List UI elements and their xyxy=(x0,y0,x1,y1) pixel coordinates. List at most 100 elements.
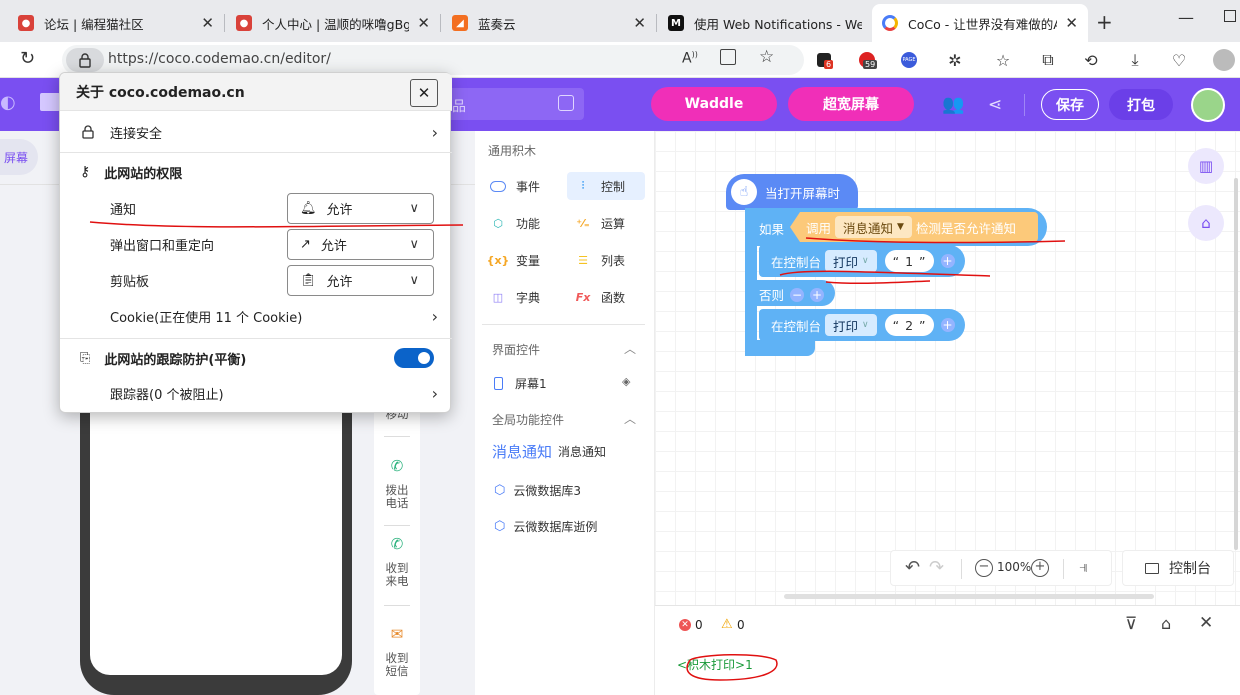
print-value-input[interactable]: “2” xyxy=(884,314,934,336)
console-toggle-button[interactable]: 控制台 xyxy=(1122,550,1234,586)
tab-title: 论坛 | 编程猫社区 xyxy=(44,16,144,32)
close-icon[interactable]: ✕ xyxy=(201,14,214,32)
control-icon: ⫶ xyxy=(581,179,585,192)
tracking-toggle[interactable] xyxy=(394,348,434,368)
site-info-button[interactable] xyxy=(66,48,104,72)
waddle-button[interactable]: Waddle xyxy=(651,87,777,121)
popups-select[interactable]: ↗ 允许 ∨ xyxy=(287,229,434,260)
vertical-scrollbar[interactable] xyxy=(1234,178,1238,550)
filter-icon[interactable]: ⊽ xyxy=(1125,614,1137,634)
clipboard-select[interactable]: 📋︎ 允许 ∨ xyxy=(287,265,434,296)
zoom-in-icon[interactable]: + xyxy=(1031,559,1049,577)
palette-screen-item[interactable]: 屏幕1 ◈ xyxy=(494,370,644,396)
palette-item-fx[interactable]: Fx 函数 xyxy=(567,283,645,311)
tab-lanzou[interactable]: ◢ 蓝奏云 ✕ xyxy=(442,6,656,40)
address-bar[interactable]: https://coco.codemao.cn/editor/ A)) ☆ xyxy=(62,45,804,75)
extension-icon[interactable]: 59 xyxy=(855,48,879,72)
chevron-right-icon: › xyxy=(431,122,438,142)
redo-icon[interactable]: ↷ xyxy=(929,557,944,578)
print-block-2[interactable]: 在控制台 打印 ∨ “2” + xyxy=(759,309,965,341)
palette-cloud-db-item[interactable]: ⬡ 云微数据库逝例 xyxy=(494,513,644,539)
reload-icon[interactable]: ↻ xyxy=(20,48,35,69)
sms-icon: ✉ xyxy=(390,625,404,643)
print-action-dropdown[interactable]: 打印 ∨ xyxy=(825,314,877,336)
folder-icon[interactable] xyxy=(40,93,60,111)
phone-screen xyxy=(90,400,342,675)
pack-button[interactable]: 打包 xyxy=(1109,89,1173,120)
notify-dropdown[interactable]: 消息通知 ▼ xyxy=(835,216,912,238)
tab-coco[interactable]: CoCo - 让世界没有难做的AP ✕ xyxy=(872,4,1088,42)
minimize-icon[interactable]: — xyxy=(1178,8,1194,27)
add-icon[interactable]: + xyxy=(940,254,955,268)
tab-forum[interactable]: ● 论坛 | 编程猫社区 ✕ xyxy=(8,6,224,40)
download-icon[interactable]: ⤓ xyxy=(1123,48,1147,72)
connection-security-row[interactable]: 连接安全 › xyxy=(60,113,452,151)
palette-item-operator[interactable]: ⁺⁄₌ 运算 xyxy=(567,209,645,237)
extension-icon[interactable]: 6 xyxy=(812,48,836,72)
section-ui-controls[interactable]: 界面控件 xyxy=(492,341,540,358)
users-icon[interactable]: 👥 xyxy=(942,94,964,115)
tool-sms[interactable]: ✉ 收到短信 xyxy=(374,625,420,678)
profile-avatar[interactable] xyxy=(1212,48,1236,72)
notifications-select[interactable]: 🔔︎ 允许 ∨ xyxy=(287,193,434,224)
share-icon[interactable]: ⋖ xyxy=(988,95,1002,115)
palette-item-list[interactable]: ☰ 列表 xyxy=(567,246,645,274)
event-block[interactable]: ☝ 当打开屏幕时 xyxy=(726,174,858,210)
palette-item-dict[interactable]: ◫ 字典 xyxy=(482,283,558,311)
read-aloud-icon[interactable]: A)) xyxy=(682,50,698,67)
chevron-down-icon: ∨ xyxy=(409,201,419,216)
cookies-row[interactable]: Cookie(正在使用 11 个 Cookie) › xyxy=(60,301,452,331)
palette-item-control[interactable]: ⫶ 控制 xyxy=(567,172,645,200)
undo-icon[interactable]: ↶ xyxy=(905,557,920,578)
history-icon[interactable]: ⟲ xyxy=(1079,48,1103,72)
extensions-puzzle-icon[interactable]: ✲ xyxy=(943,48,967,72)
print-block-1[interactable]: 在控制台 打印 ∨ “1” + xyxy=(759,245,965,277)
align-icon[interactable]: ⫣ xyxy=(1079,557,1089,577)
print-value-input[interactable]: “1” xyxy=(884,250,934,272)
palette-cloud-db-item[interactable]: ⬡ 云微数据库3 xyxy=(494,477,644,503)
palette-item-function[interactable]: ⬡ 功能 xyxy=(482,209,558,237)
favorites-icon[interactable]: ☆ xyxy=(991,48,1015,72)
user-avatar[interactable] xyxy=(1191,88,1225,122)
site-info-popup: 关于 coco.codemao.cn ✕ 连接安全 › ⚷ 此网站的权限 通知 … xyxy=(59,72,452,413)
close-icon[interactable]: ✕ xyxy=(633,14,646,32)
app-logo-icon: ◐ xyxy=(0,92,16,113)
new-tab-icon[interactable]: + xyxy=(1096,10,1113,34)
collapse-icon[interactable]: ︿ xyxy=(624,410,636,427)
stats-icon[interactable]: ▥ xyxy=(1188,148,1224,184)
clear-icon[interactable]: ⌂ xyxy=(1161,614,1171,633)
maximize-icon[interactable] xyxy=(1224,10,1236,22)
close-icon[interactable]: ✕ xyxy=(410,79,438,107)
works-name-field[interactable]: 品 xyxy=(440,88,584,120)
close-icon[interactable]: ✕ xyxy=(417,14,430,32)
call-condition-block[interactable]: 调用 消息通知 ▼ 检测是否允许通知 xyxy=(790,212,1038,242)
zoom-out-icon[interactable]: − xyxy=(975,559,993,577)
tab-mdn[interactable]: M 使用 Web Notifications - We xyxy=(658,6,872,40)
tool-phone-out[interactable]: ✆ 拨出电话 xyxy=(374,459,420,510)
popup-title: 关于 coco.codemao.cn xyxy=(76,84,245,101)
store-icon[interactable]: ⌂ xyxy=(1188,205,1224,241)
trackers-row[interactable]: 跟踪器(0 个被阻止) › xyxy=(60,377,452,409)
save-button[interactable]: 保存 xyxy=(1041,89,1099,120)
badge: 6 xyxy=(824,60,834,69)
split-view-icon[interactable] xyxy=(720,49,736,65)
palette-item-variable[interactable]: {x} 变量 xyxy=(482,246,558,274)
print-action-dropdown[interactable]: 打印 ∨ xyxy=(825,250,877,272)
wide-screen-button[interactable]: 超宽屏幕 xyxy=(788,87,914,121)
section-global-controls[interactable]: 全局功能控件 xyxy=(492,411,564,428)
palette-item-event[interactable]: 事件 xyxy=(482,172,558,200)
extension-icon[interactable]: PAGE xyxy=(897,48,921,72)
collections-icon[interactable]: ⧉ xyxy=(1036,48,1060,72)
close-icon[interactable]: ✕ xyxy=(1065,14,1078,32)
collapse-icon[interactable]: ︿ xyxy=(624,340,636,357)
close-icon[interactable]: ✕ xyxy=(1199,613,1213,633)
tool-phone-in[interactable]: ✆ 收到来电 xyxy=(374,537,420,588)
horizontal-scrollbar[interactable] xyxy=(784,594,1154,599)
phone-icon xyxy=(494,376,503,390)
palette-notify-item[interactable]: 消息通知 消息通知 xyxy=(492,438,642,464)
screen-tab[interactable]: 屏幕 xyxy=(0,139,38,175)
performance-icon[interactable]: ♡ xyxy=(1167,48,1191,72)
favorite-star-icon[interactable]: ☆ xyxy=(759,47,774,67)
tab-profile[interactable]: ● 个人中心 | 温顺的咪噜gBgE ✕ xyxy=(226,6,440,40)
add-icon[interactable]: + xyxy=(940,318,955,332)
